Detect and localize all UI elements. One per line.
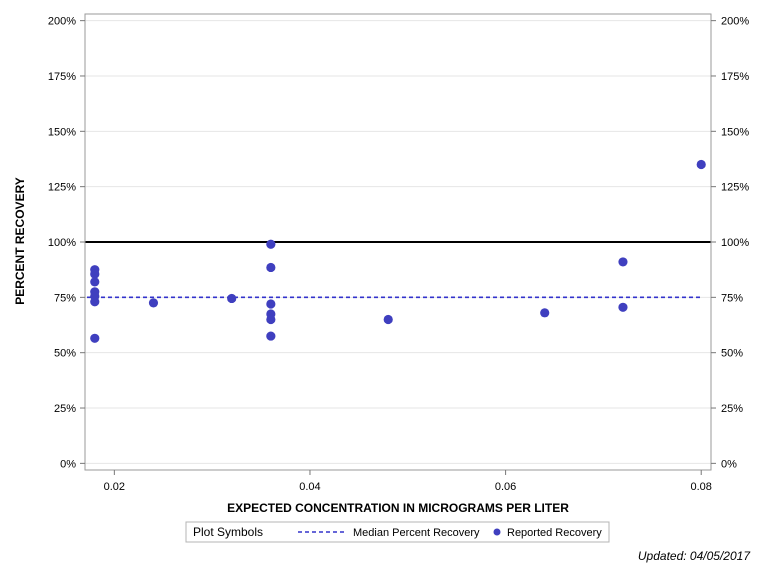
data-point bbox=[383, 314, 393, 325]
y-tick-label-left: 175% bbox=[48, 71, 76, 83]
y-tick-label-right: 50% bbox=[721, 348, 743, 360]
data-point bbox=[266, 331, 276, 341]
legend-item-reported: Reported Recovery bbox=[507, 527, 602, 539]
y-tick-label-left: 0% bbox=[60, 458, 76, 470]
legend-point-symbol bbox=[493, 528, 501, 536]
data-point bbox=[540, 308, 550, 318]
legend-item-median: Median Percent Recovery bbox=[353, 527, 480, 539]
data-point bbox=[266, 262, 276, 273]
y-tick-label-right: 200% bbox=[721, 16, 749, 28]
chart-root: 0% 0% 25% 25% 50% 50% 75% 75% 100% 100% 125% 125% 15… bbox=[0, 0, 768, 576]
data-point bbox=[618, 302, 628, 312]
y-axis-title: PERCENT RECOVERY bbox=[13, 177, 27, 305]
data-point bbox=[266, 299, 276, 309]
data-point bbox=[696, 159, 706, 170]
x-tick-label: 0.06 bbox=[495, 481, 516, 493]
percent-recovery-chart: 0% 0% 25% 25% 50% 50% 75% 75% 100% 100% 125% 125% 15… bbox=[0, 0, 768, 576]
y-tick-label-right: 0% bbox=[721, 458, 737, 470]
x-axis-title: EXPECTED CONCENTRATION IN MICROGRAMS PER… bbox=[227, 501, 569, 515]
y-tick-label-left: 25% bbox=[54, 403, 76, 415]
y-tick-label-left: 200% bbox=[48, 16, 76, 28]
data-point bbox=[618, 257, 628, 267]
data-point bbox=[266, 239, 276, 249]
y-tick-label-left: 150% bbox=[48, 126, 76, 138]
y-tick-label-left: 50% bbox=[54, 348, 76, 360]
y-tick-label-right: 125% bbox=[721, 182, 749, 194]
data-point bbox=[266, 314, 276, 325]
y-tick-label-right: 150% bbox=[721, 126, 749, 138]
legend: Plot Symbols Median Percent Recovery Rep… bbox=[185, 521, 610, 543]
data-point bbox=[148, 298, 159, 308]
y-tick-label-left: 125% bbox=[48, 182, 76, 194]
x-tick-label: 0.08 bbox=[691, 481, 712, 493]
updated-date: Updated: 04/05/2017 bbox=[638, 549, 751, 563]
y-tick-label-right: 25% bbox=[721, 403, 743, 415]
x-tick-label: 0.04 bbox=[299, 481, 320, 493]
x-tick-label: 0.02 bbox=[104, 481, 125, 493]
legend-title: Plot Symbols bbox=[193, 525, 263, 539]
data-point bbox=[90, 333, 100, 343]
y-tick-label-right: 100% bbox=[721, 237, 749, 249]
y-tick-label-left: 75% bbox=[54, 292, 76, 304]
y-tick-label-left: 100% bbox=[48, 237, 76, 249]
data-point bbox=[90, 297, 100, 307]
data-point bbox=[90, 277, 100, 287]
data-point bbox=[227, 293, 237, 304]
y-tick-label-right: 175% bbox=[721, 71, 749, 83]
y-tick-label-right: 75% bbox=[721, 292, 743, 304]
